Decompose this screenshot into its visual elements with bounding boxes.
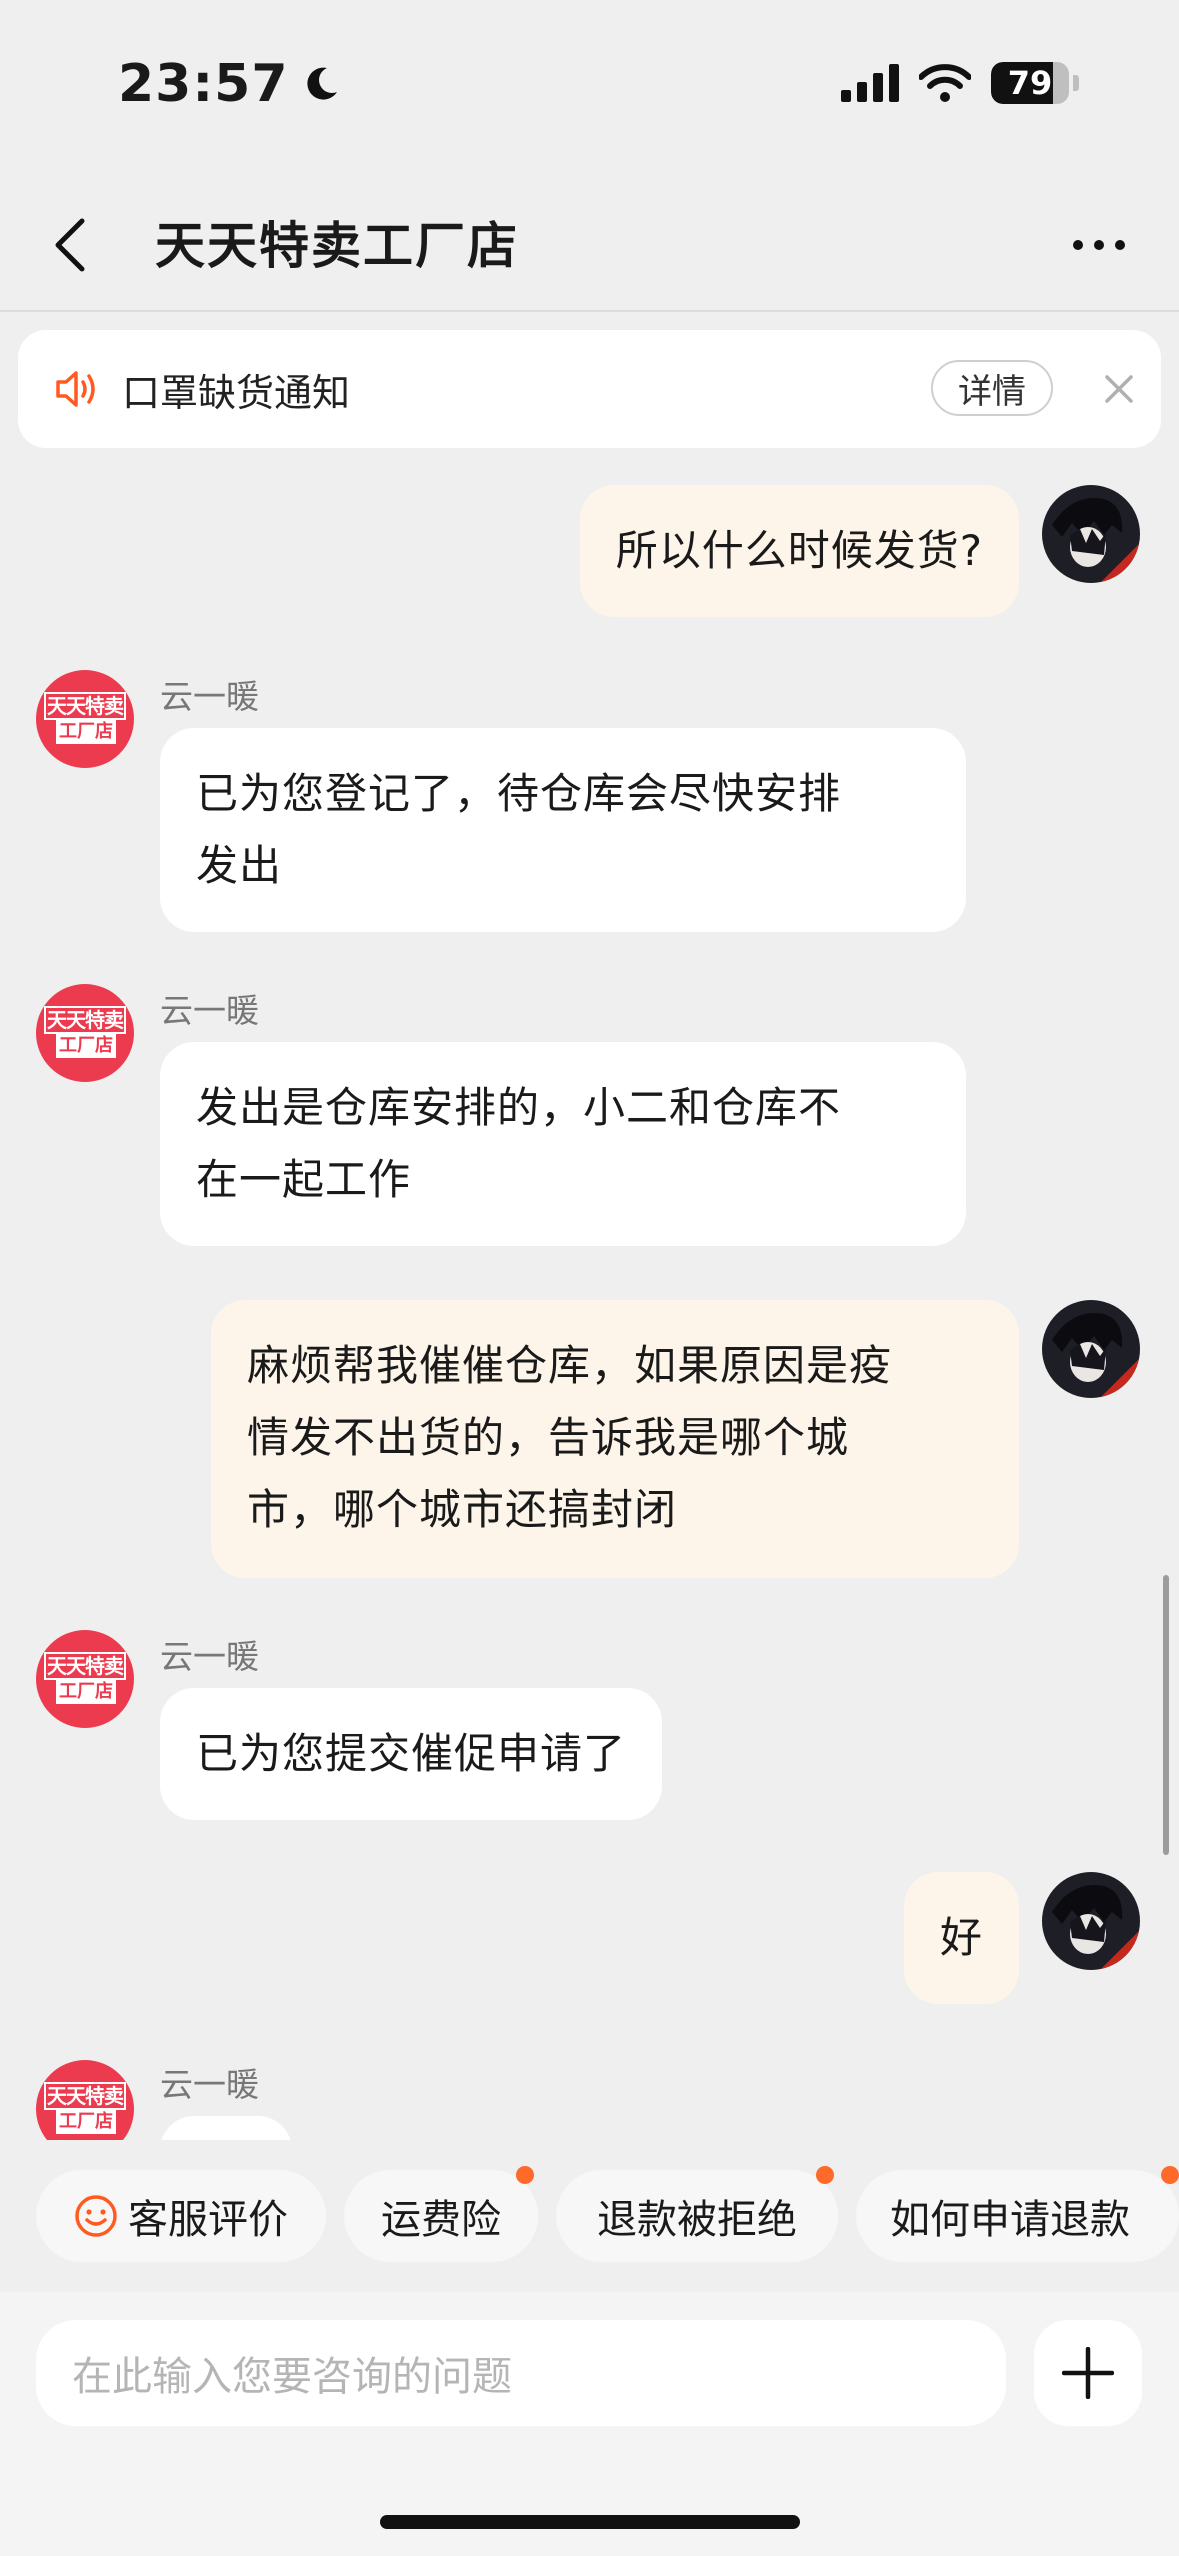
message-bubble-outgoing[interactable]: 好 <box>903 1872 1019 2004</box>
user-avatar-image <box>1042 1872 1140 1970</box>
message-text-line: 情发不出货的，告诉我是哪个城 <box>247 1413 850 1462</box>
cellular-signal-icon <box>841 64 899 102</box>
status-time: 23:57 <box>118 54 289 114</box>
user-avatar[interactable] <box>1042 485 1140 583</box>
shop-logo-line2: 工厂店 <box>56 1680 116 1704</box>
notification-dot <box>516 2166 534 2184</box>
message-bubble-outgoing[interactable]: 麻烦帮我催催仓库，如果原因是疫 情发不出货的，告诉我是哪个城 市，哪个城市还搞封… <box>211 1300 1019 1578</box>
shop-avatar[interactable]: 天天特卖 工厂店 <box>36 2060 134 2140</box>
sender-name: 云一暖 <box>160 2065 259 2104</box>
notice-close-button[interactable] <box>1096 366 1142 412</box>
user-avatar[interactable] <box>1042 1300 1140 1398</box>
shop-logo-line1: 天天特卖 <box>44 692 126 720</box>
quick-reply-how-to-refund[interactable]: 如何申请退款 <box>856 2166 1179 2262</box>
message-text-line: 已为您登记了，待仓库会尽快安排 <box>196 769 842 818</box>
chip-label: 运费险 <box>381 2197 501 2243</box>
battery-icon: 79 <box>991 62 1069 104</box>
user-avatar-image <box>1042 1300 1140 1398</box>
chip-label: 客服评价 <box>128 2197 288 2243</box>
add-attachment-button[interactable] <box>1034 2320 1142 2426</box>
notification-dot <box>816 2166 834 2184</box>
shop-avatar[interactable]: 天天特卖 工厂店 <box>36 984 134 1082</box>
sender-name: 云一暖 <box>160 677 259 716</box>
status-bar: 23:57 79 <box>0 0 1179 170</box>
plus-icon <box>1062 2347 1114 2399</box>
message-bubble-outgoing[interactable]: 所以什么时候发货? <box>579 485 1019 617</box>
chat-scrollbar[interactable] <box>1163 1575 1169 1855</box>
message-text-line: 发出 <box>196 841 283 890</box>
message-text-line: 在一起工作 <box>196 1155 412 1204</box>
more-dots-icon <box>1073 240 1125 250</box>
message-text: 已为您提交催促申请了 <box>196 1729 627 1778</box>
sender-name: 云一暖 <box>160 1637 259 1676</box>
battery-percentage: 79 <box>1007 64 1053 102</box>
speaker-icon <box>56 371 95 407</box>
more-options-button[interactable] <box>1059 220 1139 270</box>
message-text-line: 麻烦帮我催催仓库，如果原因是疫 <box>247 1341 893 1390</box>
smile-icon <box>75 2195 117 2237</box>
user-avatar[interactable] <box>1042 1872 1140 1970</box>
notice-banner[interactable]: 口罩缺货通知 详情 <box>18 330 1161 448</box>
message-bubble-incoming[interactable] <box>160 2116 292 2140</box>
message-bubble-incoming[interactable]: 发出是仓库安排的，小二和仓库不 在一起工作 <box>160 1042 966 1246</box>
sender-name: 云一暖 <box>160 991 259 1030</box>
page-title: 天天特卖工厂店 <box>155 217 519 275</box>
back-arrow-icon <box>55 218 85 272</box>
quick-reply-service-rating[interactable]: 客服评价 <box>36 2170 326 2262</box>
shop-avatar[interactable]: 天天特卖 工厂店 <box>36 670 134 768</box>
quick-reply-bar: 客服评价 运费险 退款被拒绝 如何申请退款 <box>0 2166 1179 2270</box>
message-text: 所以什么时候发货? <box>615 526 983 575</box>
close-icon <box>1105 375 1133 403</box>
notice-detail-button[interactable]: 详情 <box>931 360 1053 416</box>
notice-text: 口罩缺货通知 <box>122 371 351 415</box>
navigation-bar: 天天特卖工厂店 <box>0 170 1179 312</box>
message-text-line: 发出是仓库安排的，小二和仓库不 <box>196 1083 842 1132</box>
quick-reply-shipping-insurance[interactable]: 运费险 <box>344 2166 538 2262</box>
shop-logo-line1: 天天特卖 <box>44 1652 126 1680</box>
chip-label: 退款被拒绝 <box>597 2197 797 2243</box>
shop-logo-line2: 工厂店 <box>56 720 116 744</box>
chip-label: 如何申请退款 <box>890 2197 1130 2243</box>
shop-logo-line1: 天天特卖 <box>44 1006 126 1034</box>
shop-avatar[interactable]: 天天特卖 工厂店 <box>36 1630 134 1728</box>
chat-message-list[interactable]: 所以什么时候发货? 天天特卖 工厂店 云一暖 已为您登记了，待仓库会尽快安排 发… <box>0 460 1179 2140</box>
shop-logo-line2: 工厂店 <box>56 2110 116 2134</box>
shop-logo-line1: 天天特卖 <box>44 2082 126 2110</box>
quick-reply-refund-rejected[interactable]: 退款被拒绝 <box>556 2166 838 2262</box>
message-text-line: 市，哪个城市还搞封闭 <box>247 1485 678 1534</box>
home-indicator[interactable] <box>380 2515 800 2529</box>
notification-dot <box>1161 2166 1179 2184</box>
wifi-icon <box>919 64 971 102</box>
moon-icon <box>306 67 337 100</box>
back-button[interactable] <box>40 210 100 280</box>
message-text: 好 <box>939 1913 983 1962</box>
message-bubble-incoming[interactable]: 已为您登记了，待仓库会尽快安排 发出 <box>160 728 966 932</box>
shop-logo-line2: 工厂店 <box>56 1034 116 1058</box>
battery-cap <box>1073 75 1079 91</box>
message-bubble-incoming[interactable]: 已为您提交催促申请了 <box>160 1688 663 1820</box>
user-avatar-image <box>1042 485 1140 583</box>
message-input[interactable]: 在此输入您要咨询的问题 <box>36 2320 1006 2426</box>
